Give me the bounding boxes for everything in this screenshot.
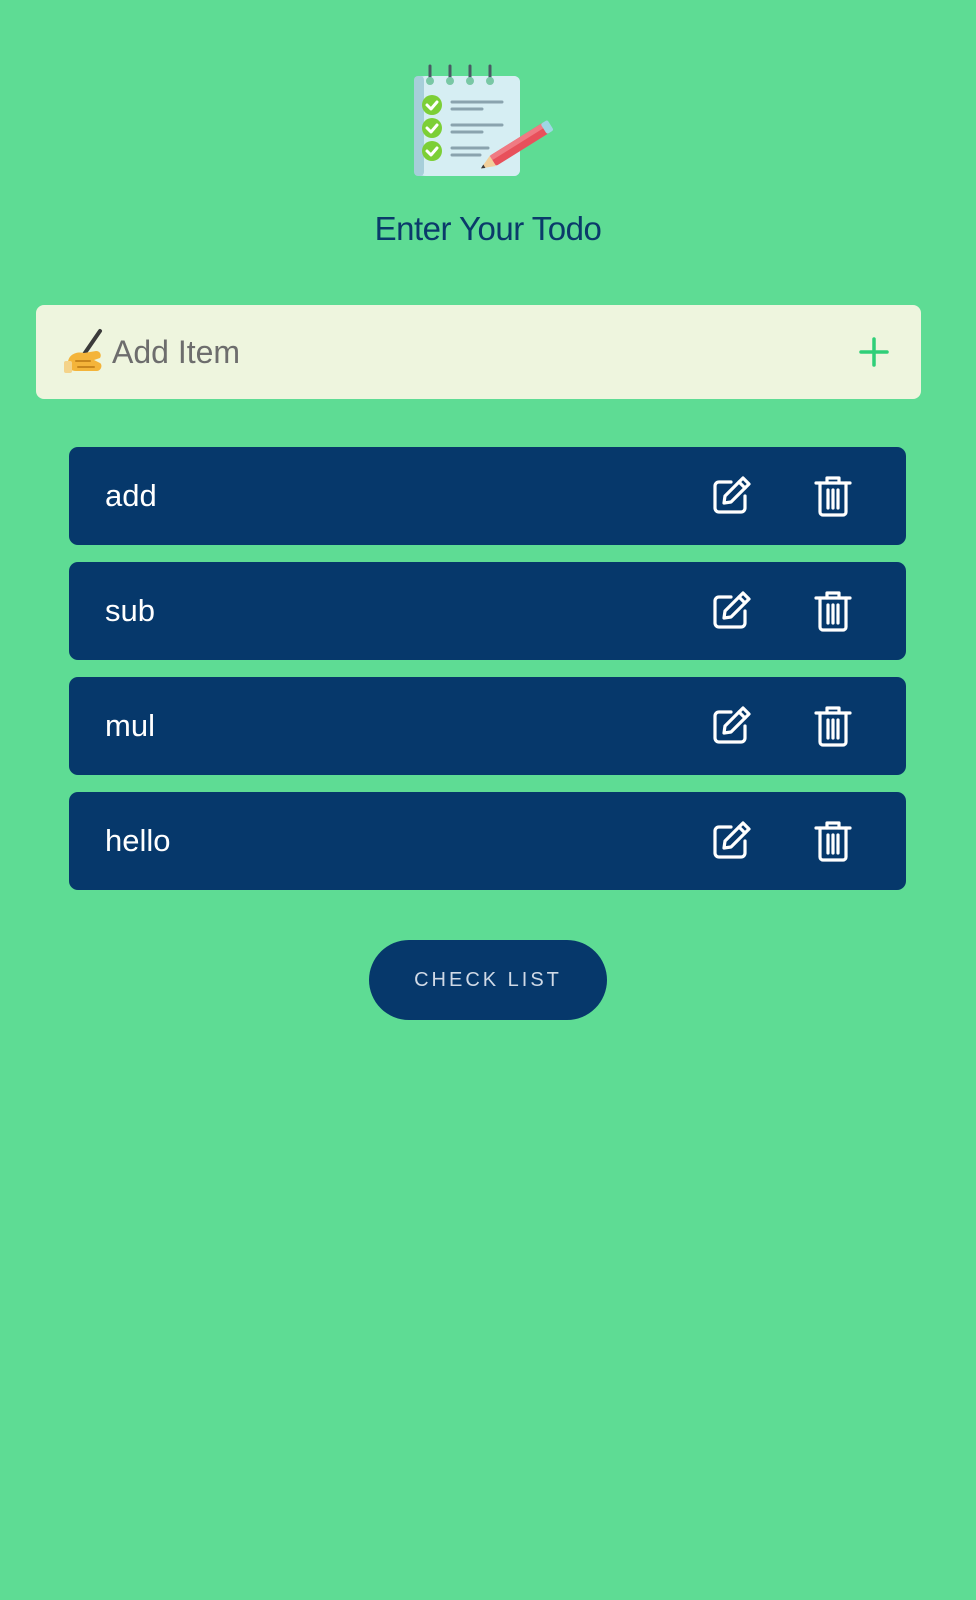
delete-button[interactable] xyxy=(809,587,857,635)
todo-item: mul xyxy=(69,677,906,775)
todo-item-label: sub xyxy=(105,593,155,628)
delete-button[interactable] xyxy=(809,817,857,865)
edit-icon xyxy=(713,476,751,514)
writing-hand-icon xyxy=(64,329,102,373)
todo-item: hello xyxy=(69,792,906,890)
edit-button[interactable] xyxy=(707,587,755,635)
page-title: Enter Your Todo xyxy=(374,210,602,247)
trash-icon xyxy=(814,821,852,862)
edit-icon xyxy=(713,821,751,859)
check-list-button[interactable]: CHECK LIST xyxy=(369,940,607,1020)
notepad-checklist-icon xyxy=(414,64,553,176)
todo-item: sub xyxy=(69,562,906,660)
plus-icon xyxy=(859,337,889,367)
delete-button[interactable] xyxy=(809,702,857,750)
todo-item-label: hello xyxy=(105,823,171,858)
edit-button[interactable] xyxy=(707,702,755,750)
add-item-bar xyxy=(36,305,921,399)
edit-icon xyxy=(713,591,751,629)
edit-button[interactable] xyxy=(707,472,755,520)
trash-icon xyxy=(814,476,852,517)
todo-item: add xyxy=(69,447,906,545)
todo-list: add sub mul hello xyxy=(69,447,906,907)
add-item-input[interactable] xyxy=(112,319,812,385)
delete-button[interactable] xyxy=(809,472,857,520)
add-button[interactable] xyxy=(849,327,899,377)
todo-item-label: mul xyxy=(105,708,155,743)
trash-icon xyxy=(814,591,852,632)
todo-item-label: add xyxy=(105,478,157,513)
edit-button[interactable] xyxy=(707,817,755,865)
trash-icon xyxy=(814,706,852,747)
edit-icon xyxy=(713,706,751,744)
